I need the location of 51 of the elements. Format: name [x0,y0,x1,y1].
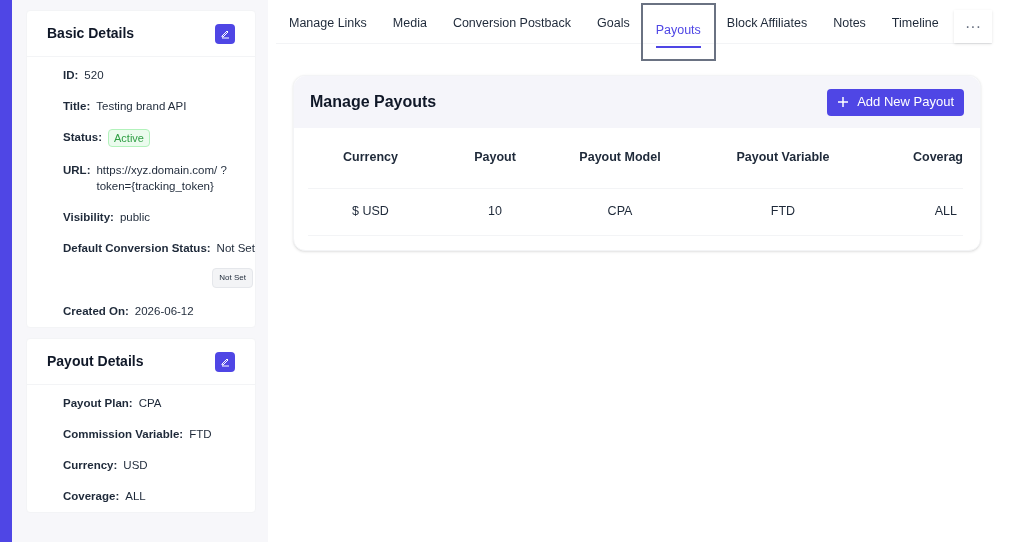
field-label: Status: [63,130,102,145]
tab[interactable]: Payouts [642,5,714,59]
tab[interactable]: Manage Links [276,10,380,43]
field-label: Created On: [63,304,129,319]
column-header: Currency [308,128,433,188]
field-value: Not Set [216,241,255,256]
add-payout-button[interactable]: Add New Payout [827,88,964,116]
edit-button[interactable] [215,351,235,372]
table-cell: CPA [557,188,683,235]
field-label: Coverage: [63,489,120,504]
column-header: Payout Model [557,128,683,188]
field-label: Title: [63,99,91,114]
field-label: Payout Plan: [63,396,133,411]
column-header: Payout [433,128,557,188]
field-label: Commission Variable: [63,427,184,442]
tab[interactable]: Block Affiliates [713,10,821,43]
field-label: URL: [63,163,91,178]
field-value: 520 [84,68,104,83]
field-value: ALL [125,489,146,504]
table-cell: ALL [883,188,963,235]
status-tag: Not Set [212,268,253,288]
card-title: Payout Details [47,352,144,371]
field-value: FTD [189,427,212,442]
plus-icon [837,96,850,108]
field-value: USD [123,458,148,473]
tab[interactable]: Timeline [878,10,952,43]
pencil-icon [219,356,231,367]
column-header: Payout Variable [683,128,883,188]
field-value: Testing brand API [96,99,187,114]
table-cell: $ USD [308,188,433,235]
tab[interactable]: Conversion Postback [439,10,584,43]
field-value: 2026-06-12 [134,304,194,319]
more-button[interactable]: ··· [954,10,992,43]
pencil-icon [219,28,231,39]
tab[interactable]: Notes [820,10,879,43]
field-label: ID: [63,68,79,83]
table-cell: 10 [433,188,557,235]
tab[interactable]: Media [379,10,440,43]
field-label: Visibility: [63,210,114,225]
card-title: Basic Details [47,24,135,43]
edit-button[interactable] [215,23,235,44]
field-value: public [119,210,150,225]
field-value: https://xyz.domain.com/ ?token={tracking_token} [96,163,228,194]
status-badge: Active [108,129,150,147]
field-label: Default Conversion Status: [63,241,211,256]
tab[interactable]: Goals [584,10,643,43]
panel-title: Manage Payouts [310,92,437,112]
field-label: Currency: [63,458,118,473]
table-cell: FTD [683,188,883,235]
column-header: Coverag [883,128,963,188]
field-value: CPA [138,396,162,411]
